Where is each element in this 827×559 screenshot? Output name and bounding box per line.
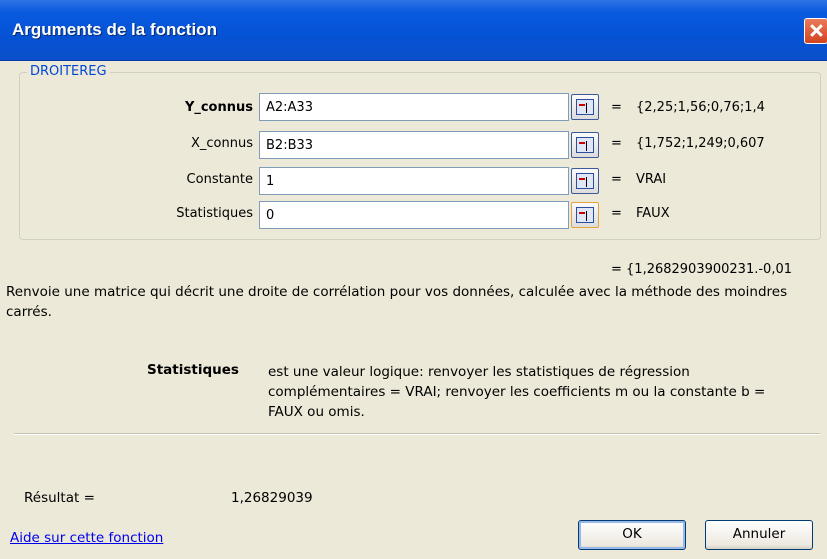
- cancel-button[interactable]: Annuler: [705, 520, 813, 550]
- equals-sign: =: [611, 100, 622, 115]
- x-connus-value: {1,752;1,249;0,607: [636, 136, 765, 151]
- arg-label-constante: Constante: [186, 172, 253, 187]
- x-connus-input[interactable]: B2:B33: [259, 131, 569, 159]
- argument-help-text: est une valeur logique: renvoyer les sta…: [268, 364, 766, 420]
- x-connus-collapse-button[interactable]: [571, 132, 599, 158]
- function-name: DROITEREG: [27, 64, 110, 79]
- argument-help-name: Statistiques: [147, 362, 239, 378]
- constante-collapse-button[interactable]: [571, 168, 599, 194]
- y-connus-collapse-button[interactable]: [571, 94, 599, 120]
- ok-button[interactable]: OK: [578, 520, 686, 550]
- constante-input[interactable]: 1: [259, 167, 569, 195]
- equals-sign: =: [611, 172, 622, 187]
- range-select-icon: [576, 207, 594, 223]
- result-value: 1,26829039: [231, 490, 313, 506]
- y-connus-value: {2,25;1,56;0,76;1,4: [636, 100, 765, 115]
- statistiques-input[interactable]: 0: [259, 201, 569, 229]
- equals-sign: =: [611, 206, 622, 221]
- separator: [14, 433, 820, 435]
- title-bar[interactable]: Arguments de la fonction: [0, 0, 827, 61]
- range-select-icon: [576, 99, 594, 115]
- dialog-title: Arguments de la fonction: [12, 20, 217, 39]
- range-select-icon: [576, 137, 594, 153]
- constante-value: VRAI: [636, 172, 667, 187]
- statistiques-value: FAUX: [636, 206, 670, 221]
- arg-label-y-connus: Y_connus: [184, 100, 253, 115]
- arg-label-statistiques: Statistiques: [176, 206, 253, 221]
- range-select-icon: [576, 173, 594, 189]
- formula-result: = {1,2682903900231.-0,01: [611, 262, 792, 277]
- y-connus-input[interactable]: A2:A33: [259, 93, 569, 121]
- arg-label-x-connus: X_connus: [191, 136, 253, 151]
- result-label: Résultat =: [24, 490, 95, 506]
- equals-sign: =: [611, 136, 622, 151]
- help-link[interactable]: Aide sur cette fonction: [10, 530, 163, 546]
- close-icon[interactable]: [804, 18, 827, 44]
- statistiques-collapse-button[interactable]: [571, 202, 599, 228]
- function-description: Renvoie une matrice qui décrit une droit…: [6, 284, 788, 320]
